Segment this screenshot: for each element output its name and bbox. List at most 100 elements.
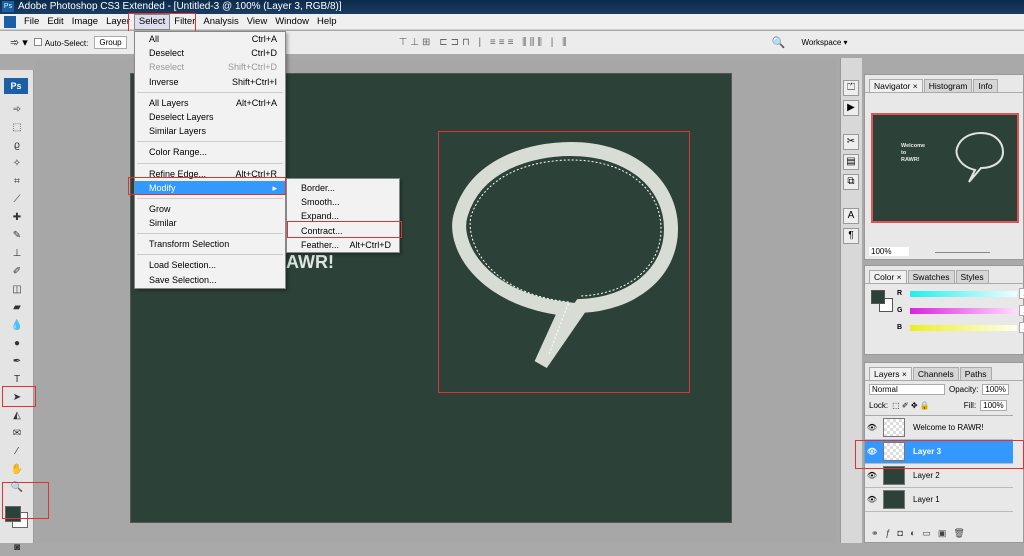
tab-color[interactable]: Color × [869, 270, 907, 283]
menu-filter[interactable]: Filter [170, 15, 199, 29]
menu-layer[interactable]: Layer [102, 15, 134, 29]
tab-channels[interactable]: Channels [912, 367, 959, 380]
layer-row[interactable]: 👁 Welcome to RAWR! [865, 416, 1013, 440]
brushes-icon[interactable]: ▤ [843, 154, 859, 170]
move-tool-icon[interactable]: ➾ [7, 102, 27, 118]
g-value[interactable]: 255 [1019, 305, 1024, 316]
blur-tool-icon[interactable]: 💧 [7, 318, 27, 334]
menu-item-contract[interactable]: Contract... [287, 224, 399, 238]
menu-analysis[interactable]: Analysis [199, 15, 242, 29]
eye-icon[interactable]: 👁 [865, 423, 879, 432]
r-value[interactable]: 255 [1019, 288, 1024, 299]
menu-edit[interactable]: Edit [43, 15, 67, 29]
eye-icon[interactable]: 👁 [865, 447, 879, 456]
fill-field[interactable]: 100% [980, 400, 1007, 411]
history-brush-icon[interactable]: ✐ [7, 264, 27, 280]
menu-item-refine-edge[interactable]: Refine Edge... Alt+Ctrl+R [135, 167, 285, 181]
eyedropper-icon[interactable]: ⁄ [7, 444, 27, 460]
menu-item-label: Expand... [301, 211, 340, 222]
menu-item-similar[interactable]: Similar [135, 216, 285, 230]
menu-item-feather[interactable]: Feather... Alt+Ctrl+D [287, 238, 399, 252]
tab-layers[interactable]: Layers × [869, 367, 912, 380]
layers-footer-icons[interactable]: ⚭ƒ◘◐▭▣🗑 [865, 528, 1023, 542]
navigator-zoom-field[interactable]: 100% [869, 247, 909, 256]
menu-help[interactable]: Help [313, 15, 341, 29]
opacity-field[interactable]: 100% [982, 384, 1009, 395]
menu-item-inverse[interactable]: Inverse Shift+Ctrl+I [135, 75, 285, 89]
tab-paths[interactable]: Paths [959, 367, 992, 380]
crop-tool-icon[interactable]: ⌗ [7, 174, 27, 190]
menu-item-deselect-layers[interactable]: Deselect Layers [135, 110, 285, 124]
auto-select-dropdown[interactable]: Group [94, 36, 127, 49]
pen-tool-icon[interactable]: ✒ [7, 354, 27, 370]
menu-item-border[interactable]: Border... [287, 181, 399, 195]
menu-item-smooth[interactable]: Smooth... [287, 195, 399, 209]
stamp-tool-icon[interactable]: ⊥ [7, 246, 27, 262]
lock-icons[interactable]: ⬚ ✐ ✥ 🔒 [892, 401, 930, 410]
menu-item-reselect[interactable]: Reselect Shift+Ctrl+D [135, 60, 285, 74]
menu-file[interactable]: File [20, 15, 43, 29]
slice-tool-icon[interactable]: ⟋ [7, 192, 27, 208]
menu-image[interactable]: Image [68, 15, 102, 29]
menu-item-load-selection[interactable]: Load Selection... [135, 258, 285, 272]
menu-item-save-selection[interactable]: Save Selection... [135, 273, 285, 287]
paragraph-icon[interactable]: ¶ [843, 228, 859, 244]
navigator-preview[interactable]: Welcome to RAWR! [871, 113, 1019, 223]
tab-navigator[interactable]: Navigator × [869, 79, 923, 92]
clone-source-icon[interactable]: ⧉ [843, 174, 859, 190]
magic-wand-icon[interactable]: ✧ [7, 156, 27, 172]
eye-icon[interactable]: 👁 [865, 495, 879, 504]
blend-mode-dropdown[interactable]: Normal [869, 384, 945, 395]
layer-row[interactable]: 👁 Layer 2 [865, 464, 1013, 488]
move-tool-icon[interactable]: ➾ ▾ [10, 36, 28, 49]
actions-icon[interactable]: ▶ [843, 100, 859, 116]
healing-brush-icon[interactable]: ✚ [7, 210, 27, 226]
menu-item-grow[interactable]: Grow [135, 202, 285, 216]
menu-item-transform-selection[interactable]: Transform Selection [135, 237, 285, 251]
quick-mask-icon[interactable]: ◙ [7, 540, 27, 556]
dodge-tool-icon[interactable]: ● [7, 336, 27, 352]
bridge-icon[interactable]: 🔍 [772, 36, 786, 49]
menu-item-similar-layers[interactable]: Similar Layers [135, 124, 285, 138]
menu-item-all-layers[interactable]: All Layers Alt+Ctrl+A [135, 96, 285, 110]
tab-info[interactable]: Info [973, 79, 998, 92]
tab-swatches[interactable]: Swatches [907, 270, 955, 283]
path-select-icon[interactable]: ➤ [7, 390, 27, 406]
menu-item-deselect[interactable]: Deselect Ctrl+D [135, 46, 285, 60]
b-value[interactable]: 255 [1019, 322, 1024, 333]
brush-tool-icon[interactable]: ✎ [7, 228, 27, 244]
menu-view[interactable]: View [243, 15, 271, 29]
tab-styles[interactable]: Styles [955, 270, 989, 283]
shape-tool-icon[interactable]: ◭ [7, 408, 27, 424]
foreground-color-swatch[interactable] [5, 506, 21, 522]
eye-icon[interactable]: 👁 [865, 471, 879, 480]
menu-item-modify[interactable]: Modify ▸ [135, 180, 285, 195]
layer-row-selected[interactable]: 👁 Layer 3 [865, 440, 1013, 464]
gradient-tool-icon[interactable]: ▰ [7, 300, 27, 316]
notes-tool-icon[interactable]: ✉ [7, 426, 27, 442]
hand-tool-icon[interactable]: ✋ [7, 462, 27, 478]
menu-item-all[interactable]: All Ctrl+A [135, 32, 285, 46]
g-slider[interactable] [910, 308, 1017, 314]
workspace-button[interactable]: Workspace ▾ [801, 38, 847, 47]
eraser-tool-icon[interactable]: ◫ [7, 282, 27, 298]
marquee-tool-icon[interactable]: ⬚ [7, 120, 27, 136]
navigator-zoom-slider[interactable] [935, 252, 990, 253]
zoom-tool-icon[interactable]: 🔍 [7, 480, 27, 496]
layer-row[interactable]: 👁 Layer 1 [865, 488, 1013, 512]
type-tool-icon[interactable]: T [7, 372, 27, 388]
menu-select[interactable]: Select [133, 13, 171, 30]
history-icon[interactable]: ⏍ [843, 80, 859, 96]
menu-item-expand[interactable]: Expand... [287, 209, 399, 223]
align-icons[interactable]: ⊤⊥⊞ ⊏⊐⊓ | ≡≡≡ ⫼⫼⫼ | ⫼ [399, 37, 570, 48]
auto-select-checkbox[interactable]: Auto-Select: [33, 37, 88, 48]
b-slider[interactable] [910, 325, 1017, 331]
r-slider[interactable] [910, 291, 1017, 297]
menu-window[interactable]: Window [271, 15, 313, 29]
menu-item-color-range[interactable]: Color Range... [135, 145, 285, 159]
tab-histogram[interactable]: Histogram [923, 79, 973, 92]
character-icon[interactable]: A [843, 208, 859, 224]
color-foreground-swatch[interactable] [871, 290, 885, 304]
tool-presets-icon[interactable]: ✂ [843, 134, 859, 150]
lasso-tool-icon[interactable]: ϱ [7, 138, 27, 154]
